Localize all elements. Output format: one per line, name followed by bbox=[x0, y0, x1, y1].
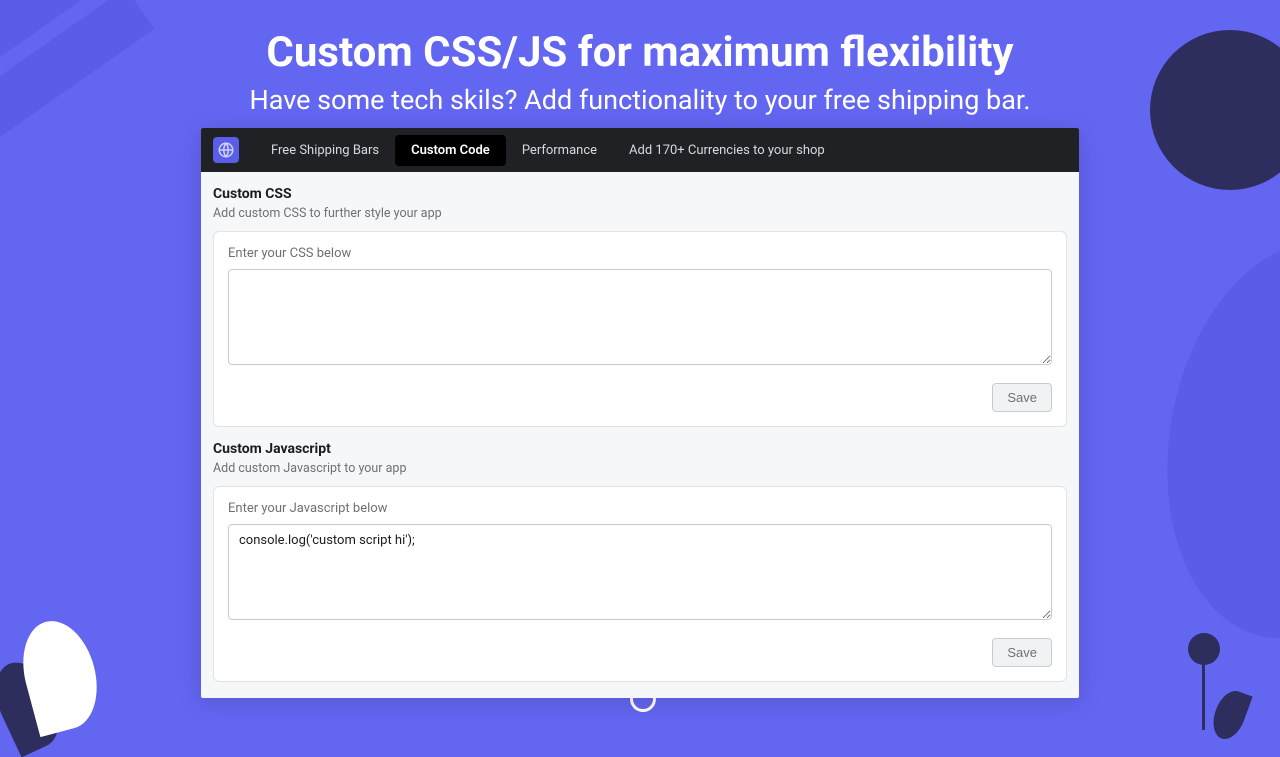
bg-decoration bbox=[1207, 686, 1252, 743]
hero-section: Custom CSS/JS for maximum flexibility Ha… bbox=[0, 0, 1280, 116]
bg-decoration bbox=[1188, 633, 1220, 665]
app-logo-icon bbox=[213, 137, 239, 163]
bg-decoration bbox=[1137, 220, 1280, 659]
js-field-label: Enter your Javascript below bbox=[228, 501, 1052, 516]
card-actions: Save bbox=[228, 383, 1052, 412]
navbar: Free Shipping Bars Custom Code Performan… bbox=[201, 128, 1079, 172]
nav-free-shipping-bars[interactable]: Free Shipping Bars bbox=[255, 135, 395, 166]
custom-js-section: Custom Javascript Add custom Javascript … bbox=[201, 427, 1079, 682]
hero-title: Custom CSS/JS for maximum flexibility bbox=[0, 28, 1280, 78]
section-title: Custom CSS bbox=[213, 186, 1067, 202]
nav-add-currencies[interactable]: Add 170+ Currencies to your shop bbox=[613, 135, 841, 166]
nav-performance[interactable]: Performance bbox=[506, 135, 613, 166]
card-actions: Save bbox=[228, 638, 1052, 667]
section-description: Add custom Javascript to your app bbox=[213, 461, 1067, 476]
section-description: Add custom CSS to further style your app bbox=[213, 206, 1067, 221]
css-card: Enter your CSS below Save bbox=[213, 231, 1067, 427]
js-card: Enter your Javascript below console.log(… bbox=[213, 486, 1067, 682]
save-css-button[interactable]: Save bbox=[992, 383, 1052, 412]
css-input[interactable] bbox=[228, 269, 1052, 365]
save-js-button[interactable]: Save bbox=[992, 638, 1052, 667]
app-content: Custom CSS Add custom CSS to further sty… bbox=[201, 172, 1079, 698]
hero-subtitle: Have some tech skils? Add functionality … bbox=[0, 84, 1280, 116]
app-panel: Free Shipping Bars Custom Code Performan… bbox=[201, 128, 1079, 698]
nav-custom-code[interactable]: Custom Code bbox=[395, 135, 506, 166]
js-input[interactable]: console.log('custom script hi'); bbox=[228, 524, 1052, 620]
css-field-label: Enter your CSS below bbox=[228, 246, 1052, 261]
section-title: Custom Javascript bbox=[213, 441, 1067, 457]
custom-css-section: Custom CSS Add custom CSS to further sty… bbox=[201, 172, 1079, 427]
